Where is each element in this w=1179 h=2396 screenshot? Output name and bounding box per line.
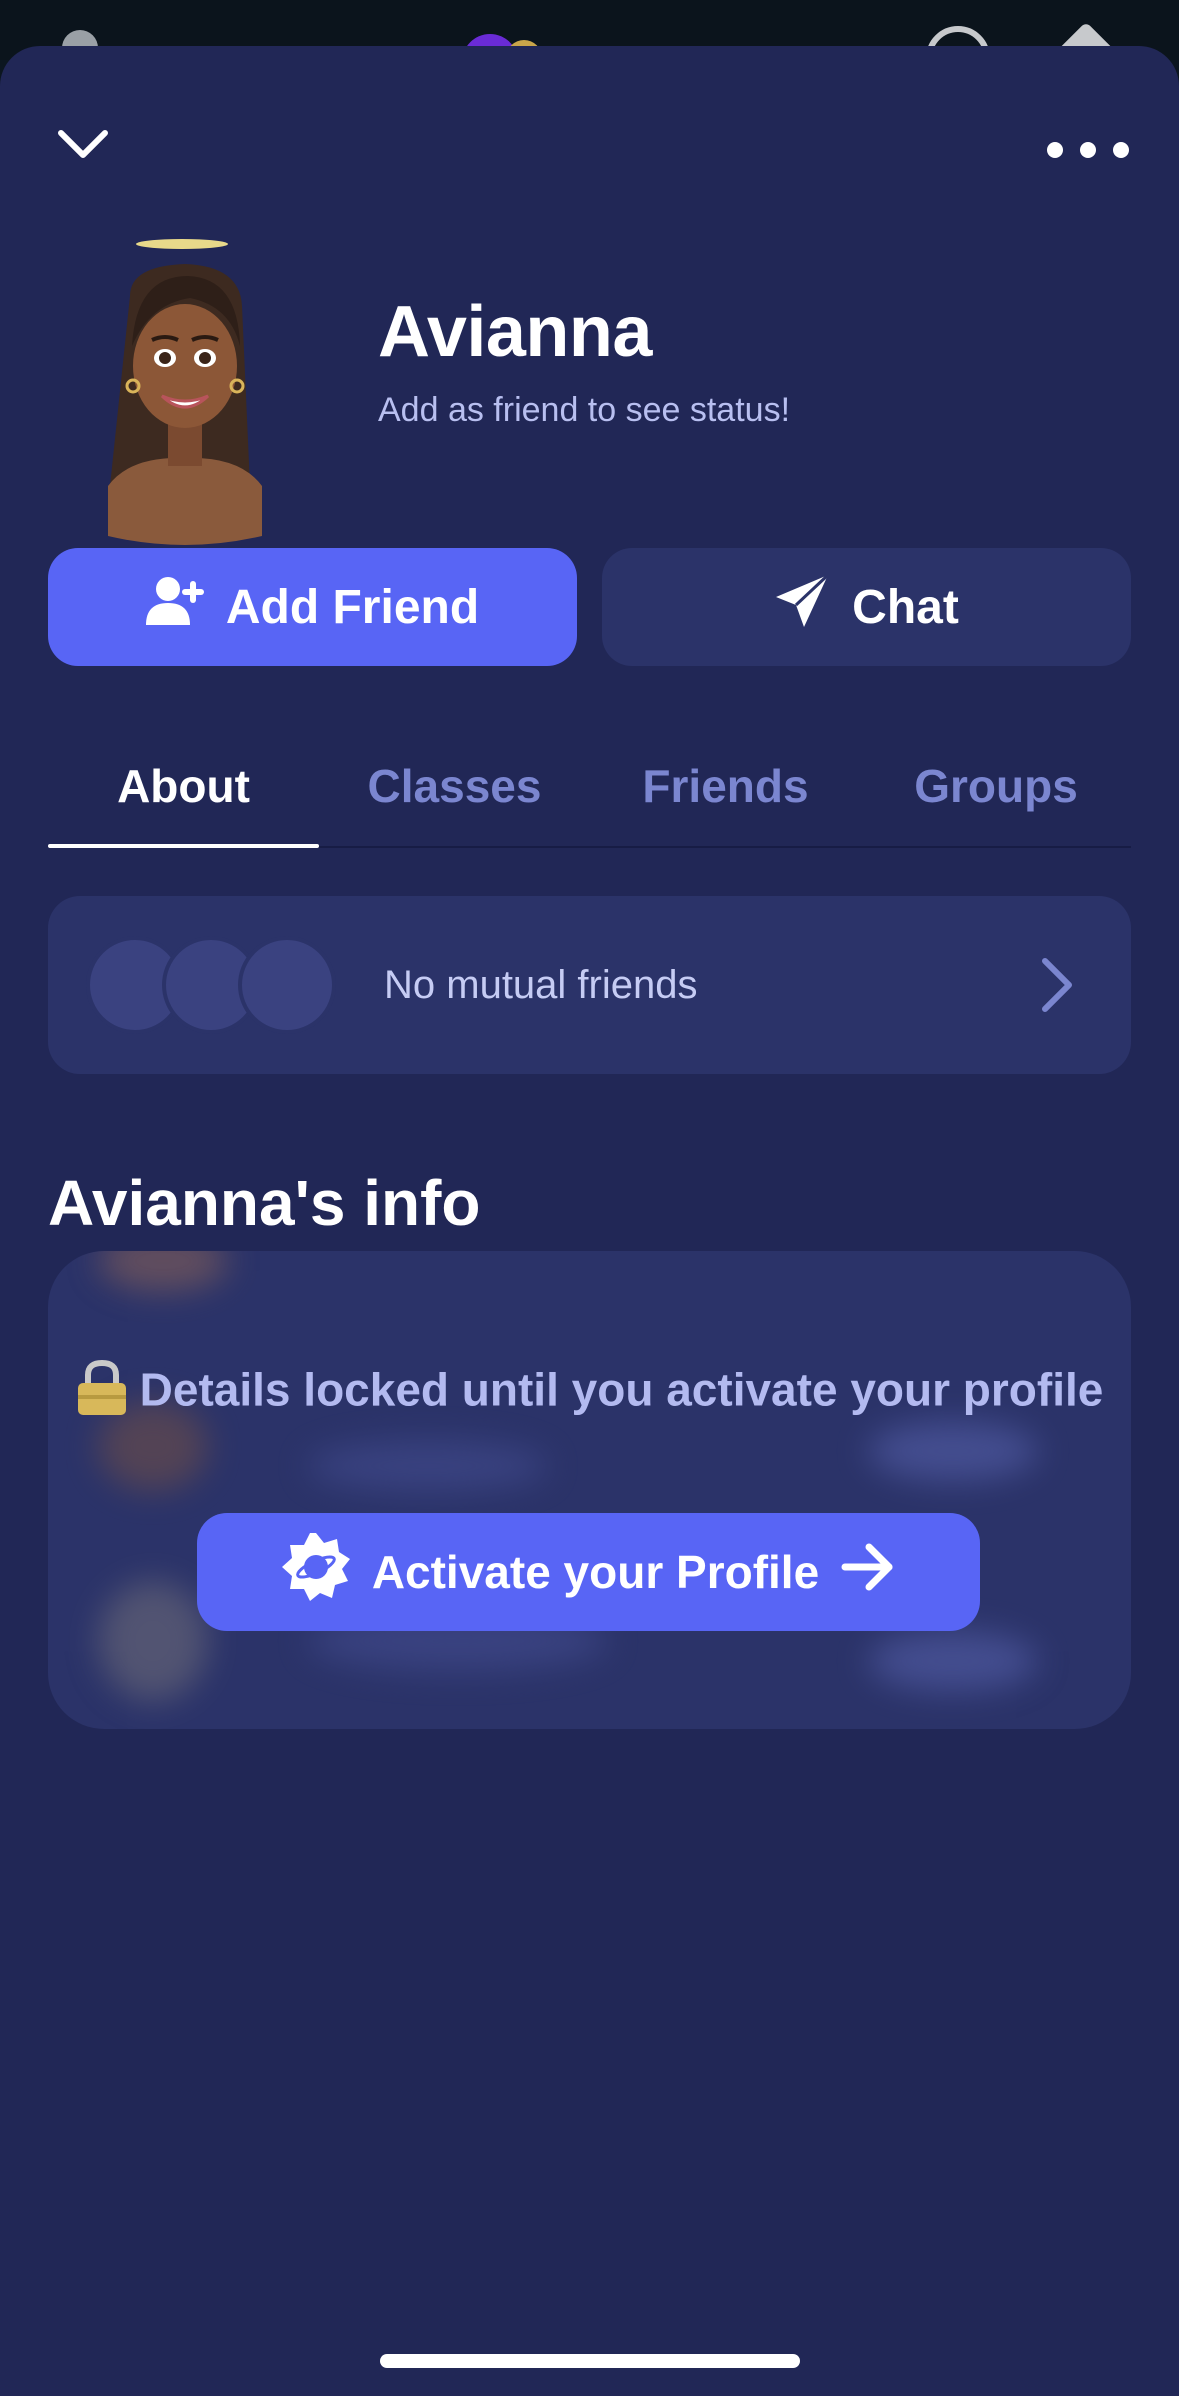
chat-button[interactable]: Chat — [602, 548, 1131, 666]
profile-tabs: About Classes Friends Groups — [48, 726, 1131, 848]
activate-profile-button[interactable]: Activate your Profile — [197, 1513, 980, 1631]
more-options-icon[interactable] — [1040, 130, 1136, 170]
tab-groups[interactable]: Groups — [861, 726, 1131, 846]
locked-message: Details locked until you activate your p… — [48, 1359, 1131, 1428]
tab-about[interactable]: About — [48, 726, 319, 846]
profile-name: Avianna — [378, 292, 652, 372]
blurred-content — [308, 1441, 548, 1491]
blurred-content — [868, 1421, 1038, 1481]
active-tab-indicator — [48, 844, 319, 848]
profile-status: Add as friend to see status! — [378, 391, 791, 429]
avatar — [90, 236, 280, 546]
add-friend-label: Add Friend — [225, 580, 480, 634]
mutual-avatar-placeholder — [238, 936, 336, 1034]
chevron-right-icon — [1032, 952, 1082, 1018]
locked-info-card: Details locked until you activate your p… — [48, 1251, 1131, 1729]
planet-badge-icon — [281, 1532, 350, 1612]
info-section-title: Avianna's info — [48, 1167, 481, 1239]
mutual-friends-text: No mutual friends — [384, 962, 698, 1007]
home-indicator[interactable] — [380, 2354, 800, 2368]
paper-plane-icon — [774, 573, 830, 641]
profile-sheet: Avianna Add as friend to see status! Add… — [0, 46, 1179, 2396]
lock-icon — [76, 1359, 128, 1428]
blurred-content — [98, 1581, 208, 1701]
chat-label: Chat — [852, 580, 959, 634]
activate-profile-label: Activate your Profile — [371, 1546, 820, 1598]
mutual-friends-card[interactable]: No mutual friends — [48, 896, 1131, 1074]
blurred-content — [868, 1631, 1038, 1691]
blurred-content — [98, 1251, 228, 1291]
tab-friends[interactable]: Friends — [590, 726, 861, 846]
tab-classes[interactable]: Classes — [319, 726, 590, 846]
chevron-down-icon[interactable] — [48, 110, 118, 180]
locked-message-text: Details locked until you activate your p… — [139, 1363, 1104, 1416]
add-friend-button[interactable]: Add Friend — [48, 548, 577, 666]
arrow-right-icon — [841, 1543, 895, 1602]
user-plus-icon — [145, 575, 204, 639]
